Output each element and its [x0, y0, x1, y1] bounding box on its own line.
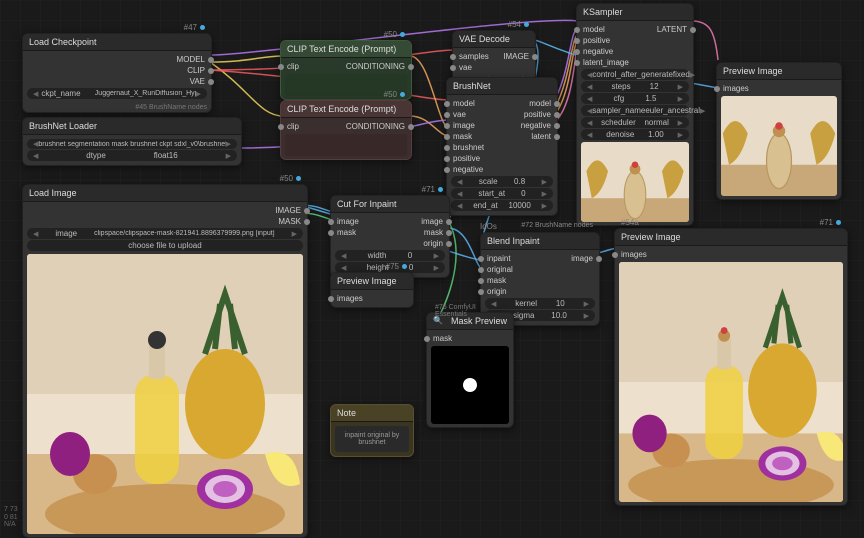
- node-footer: #45 BrushName nodes: [23, 103, 211, 112]
- node-title[interactable]: BrushNet: [447, 78, 557, 95]
- node-preview-large[interactable]: #71 #54a Preview Image images: [614, 228, 848, 506]
- canvas-info: 7 73 0 81 N/A: [4, 506, 18, 529]
- node-title[interactable]: Load Image: [23, 185, 307, 202]
- node-title[interactable]: Preview Image: [717, 63, 841, 80]
- node-title[interactable]: Note: [331, 405, 413, 422]
- port-mask[interactable]: mask: [431, 333, 509, 344]
- port-model[interactable]: modelmodel: [451, 98, 553, 109]
- node-brushnet[interactable]: BrushNet modelmodel vaepositive imageneg…: [446, 77, 558, 216]
- port-image[interactable]: imagenegative: [451, 120, 553, 131]
- end-widget[interactable]: ◀end_at10000▶: [451, 200, 553, 211]
- ks-row-2[interactable]: ◀cfg1.5▶: [581, 93, 689, 104]
- node-title[interactable]: VAE Decode: [453, 31, 535, 48]
- node-title[interactable]: Blend Inpaint: [481, 233, 599, 250]
- prompt-textbox[interactable]: [285, 134, 407, 156]
- port-clip[interactable]: clipCONDITIONING: [285, 61, 407, 72]
- ksampler-preview-thumb: [581, 142, 689, 222]
- port-clip[interactable]: clipCONDITIONING: [285, 121, 407, 132]
- output-model[interactable]: MODEL: [27, 54, 207, 65]
- port-inpaint[interactable]: inpaintimage: [485, 253, 595, 264]
- port-image[interactable]: imageimage: [335, 216, 445, 227]
- start-widget[interactable]: ◀start_at0▶: [451, 188, 553, 199]
- node-title[interactable]: Preview Image: [615, 229, 847, 246]
- ks-row-4[interactable]: ◀schedulernormal▶: [581, 117, 689, 128]
- ks-row-3[interactable]: ◀sampler_nameeuler_ancestral▶: [581, 105, 689, 116]
- port-images[interactable]: images: [721, 83, 837, 94]
- node-title[interactable]: Preview Image: [331, 273, 413, 290]
- output-clip[interactable]: CLIP: [27, 65, 207, 76]
- brushnet-dtype-widget[interactable]: ◀ dtype float16 ▶: [27, 150, 237, 161]
- mask-preview-image: [431, 346, 509, 424]
- port-positive[interactable]: positive: [451, 153, 553, 164]
- node-brushnet-loader[interactable]: BrushNet Loader ◀ brushnet segmentation …: [22, 117, 242, 166]
- ks-row-0[interactable]: ◀control_after_generatefixed▶: [581, 69, 689, 80]
- note-text: inpaint original by brushnet: [335, 426, 409, 452]
- port-model[interactable]: modelLATENT: [581, 24, 689, 35]
- node-title[interactable]: Cut For Inpaint: [331, 196, 449, 213]
- node-ksampler[interactable]: KSampler modelLATENT positive negative l…: [576, 3, 694, 226]
- port-mask[interactable]: mask: [485, 275, 595, 286]
- ks-row-5[interactable]: ◀denoise1.00▶: [581, 129, 689, 140]
- port-images[interactable]: images: [335, 293, 409, 304]
- port-origin[interactable]: origin: [485, 286, 595, 297]
- port-latent[interactable]: latent_image: [581, 57, 689, 68]
- node-title[interactable]: Load Checkpoint: [23, 34, 211, 51]
- port-mask[interactable]: maskmask: [335, 227, 445, 238]
- node-preview-cut[interactable]: #75 Preview Image images: [330, 272, 414, 308]
- node-load-image[interactable]: #50 Load Image IMAGE MASK ◀ image clipsp…: [22, 184, 308, 538]
- floating-label: IdOs: [480, 222, 497, 231]
- output-mask[interactable]: MASK: [27, 216, 303, 227]
- node-load-checkpoint[interactable]: #47 Load Checkpoint MODEL CLIP VAE ◀ ckp…: [22, 33, 212, 113]
- node-sub: #54a: [621, 218, 639, 227]
- port-origin[interactable]: origin: [335, 238, 445, 249]
- node-mask-preview[interactable]: #76 ComfyUI Essentials 🔍 Mask Preview ma…: [426, 312, 514, 428]
- ckpt-name-widget[interactable]: ◀ ckpt_name Juggernaut_X_RunDiffusion_Hy…: [27, 88, 207, 99]
- port-mask[interactable]: masklatent: [451, 131, 553, 142]
- port-negative[interactable]: negative: [451, 164, 553, 175]
- node-title[interactable]: CLIP Text Encode (Prompt): [281, 41, 411, 58]
- preview-large-thumb: [619, 262, 843, 502]
- port-vae[interactable]: vae: [457, 62, 531, 73]
- node-title[interactable]: CLIP Text Encode (Prompt): [281, 101, 411, 118]
- port-original[interactable]: original: [485, 264, 595, 275]
- image-path-widget[interactable]: ◀ image clipspace/clipspace-mask-821941.…: [27, 228, 303, 239]
- port-negative[interactable]: negative: [581, 46, 689, 57]
- ks-row-1[interactable]: ◀steps12▶: [581, 81, 689, 92]
- port-positive[interactable]: positive: [581, 35, 689, 46]
- output-vae[interactable]: VAE: [27, 76, 207, 87]
- node-sub: #76 ComfyUI Essentials: [431, 303, 513, 319]
- node-clip-encode-negative[interactable]: #50 CLIP Text Encode (Prompt) clipCONDIT…: [280, 100, 412, 160]
- scale-widget[interactable]: ◀scale0.8▶: [451, 176, 553, 187]
- brushnet-file-widget[interactable]: ◀ brushnet segmentation mask brushnet ck…: [27, 139, 237, 149]
- preview-thumb: [721, 96, 837, 196]
- node-title[interactable]: BrushNet Loader: [23, 118, 241, 135]
- node-preview-small[interactable]: Preview Image images: [716, 62, 842, 200]
- port-samples[interactable]: samplesIMAGE: [457, 51, 531, 62]
- load-image-preview: [27, 254, 303, 534]
- port-vae[interactable]: vaepositive: [451, 109, 553, 120]
- upload-button[interactable]: choose file to upload: [27, 240, 303, 251]
- width-widget[interactable]: ◀width0▶: [335, 250, 445, 261]
- node-title[interactable]: KSampler: [577, 4, 693, 21]
- port-images[interactable]: images: [619, 249, 843, 260]
- port-brushnet[interactable]: brushnet: [451, 142, 553, 153]
- node-note[interactable]: Note inpaint original by brushnet: [330, 404, 414, 457]
- output-image[interactable]: IMAGE: [27, 205, 303, 216]
